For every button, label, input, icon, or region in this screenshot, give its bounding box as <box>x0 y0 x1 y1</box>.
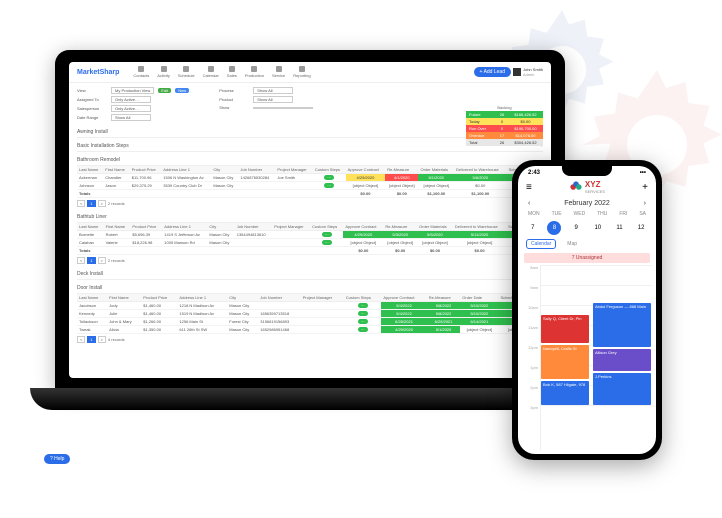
section-bathtub[interactable]: Bathtub Liner <box>77 212 543 223</box>
user-menu[interactable]: John SmithAdmin <box>513 67 543 77</box>
unassigned-banner[interactable]: 7 Unassigned <box>524 253 650 263</box>
month-picker[interactable]: ‹ February 2022 › <box>518 198 656 209</box>
calendar-event[interactable]: Allison Grey <box>593 349 651 371</box>
bathroom-table: Last NameFirst NameProduct PriceAddress … <box>77 166 543 198</box>
date-8[interactable]: 8 <box>547 221 561 235</box>
door-table: Last NameFirst NameProduct PriceAddress … <box>77 294 543 334</box>
table-row[interactable]: BurnetteRobert$5,696.391419 S Jefferson … <box>77 231 543 239</box>
backlog-row: Total26$304,426.52 <box>466 139 543 146</box>
table-row[interactable]: JohnsonJason$29,375.293539 Country Club … <box>77 182 543 190</box>
nav-production[interactable]: Production <box>241 66 268 78</box>
assigned-select[interactable]: Only Active… <box>111 96 151 103</box>
date-9[interactable]: 9 <box>569 221 583 235</box>
chevron-left-icon[interactable]: ‹ <box>528 200 530 207</box>
edit-view-button[interactable]: Edit <box>158 88 171 93</box>
product-select[interactable]: Show All <box>253 96 293 103</box>
backlog-row: Future26$166,426.52 <box>466 111 543 118</box>
desktop-app: MarketSharp ContactsActivityScheduleCale… <box>69 62 551 378</box>
calendar-event[interactable]: Bob K, 587 Hiigate, 978 <box>541 381 589 405</box>
nav-contacts[interactable]: Contacts <box>129 66 153 78</box>
calendar-event[interactable]: Abdul Ferguson — 868 Main <box>593 303 651 347</box>
phone-logo: XYZSERVICES <box>569 180 605 194</box>
calendar-event[interactable]: Sally Q, Client Dr, Pin <box>541 315 589 343</box>
new-view-button[interactable]: New <box>175 88 189 93</box>
calendar-grid[interactable]: Sally Q, Client Dr, PinNancy#8, Crafts S… <box>540 265 652 450</box>
table-row[interactable]: KennedyJulie$1,460.001519 N Madison AvMa… <box>77 310 543 318</box>
product-label: Product <box>219 97 249 102</box>
app-header: MarketSharp ContactsActivityScheduleCale… <box>69 62 551 83</box>
table-row[interactable]: JacobsonJody$1,460.001218 N Madison AvMa… <box>77 302 543 310</box>
nav-activity[interactable]: Activity <box>153 66 174 78</box>
filter-bar: View My Production View Edit New Assigne… <box>69 83 551 125</box>
brand-logo: MarketSharp <box>77 69 119 76</box>
daterange-select[interactable]: Show All <box>111 114 151 121</box>
avatar <box>513 68 521 76</box>
tab-calendar[interactable]: Calendar <box>526 239 556 249</box>
chevron-right-icon[interactable]: › <box>644 200 646 207</box>
nav-calendar[interactable]: Calendar <box>199 66 223 78</box>
process-label: Process <box>219 88 249 93</box>
section-deck[interactable]: Deck Install+ <box>77 269 543 280</box>
backlog-row: Run Over0$190,700.00 <box>466 125 543 132</box>
calendar-event[interactable]: J.Perkins <box>593 373 651 405</box>
section-door[interactable]: Door Install <box>77 283 543 294</box>
backlog-title: Backlog <box>466 105 543 110</box>
nav-reporting[interactable]: Reporting <box>289 66 314 78</box>
nav-sales[interactable]: Sales <box>223 66 241 78</box>
nav-schedule[interactable]: Schedule <box>174 66 199 78</box>
show-label: Show <box>219 105 249 110</box>
laptop-mockup: MarketSharp ContactsActivityScheduleCale… <box>30 50 590 470</box>
view-select[interactable]: My Production View <box>111 87 154 94</box>
date-10[interactable]: 10 <box>591 221 605 235</box>
date-11[interactable]: 11 <box>612 221 626 235</box>
add-lead-button[interactable]: + Add Lead <box>474 67 511 77</box>
date-12[interactable]: 12 <box>634 221 648 235</box>
backlog-widget: Backlog Future26$166,426.52Today0$0.00Ru… <box>466 105 543 146</box>
pager-page[interactable]: 1 <box>87 200 95 207</box>
pager: < 1 > 2 records <box>77 198 543 209</box>
date-7[interactable]: 7 <box>526 221 540 235</box>
salesperson-select[interactable]: Only Active… <box>111 105 151 112</box>
table-row[interactable]: TweakAlicia$1,350.00611 26th St SWMason … <box>77 326 543 334</box>
table-row[interactable]: AckermanChandler$11,700.961506 N Washing… <box>77 174 543 182</box>
bathtub-table: Last NameFirst NameProduct PriceAddress … <box>77 223 543 255</box>
tab-map[interactable]: Map <box>562 239 582 249</box>
menu-icon[interactable]: ≡ <box>526 182 532 193</box>
pager-prev[interactable]: < <box>77 200 85 207</box>
table-row[interactable]: CalahanValerie$18,226.981005 Manson RdMa… <box>77 239 543 247</box>
daterange-label: Date Range <box>77 115 107 120</box>
pager-next[interactable]: > <box>98 200 106 207</box>
process-select[interactable]: Show All <box>253 87 293 94</box>
show-select[interactable] <box>253 107 313 109</box>
pager-count: 2 records <box>108 201 125 206</box>
phone-mockup: 2:43••• ≡ XYZSERVICES + ‹ February 2022 … <box>512 160 662 460</box>
table-row[interactable]: TollacksonJohn & Mary$1,266.001256 Main … <box>77 318 543 326</box>
section-bathroom[interactable]: Bathroom Remodel <box>77 155 543 166</box>
plus-icon[interactable]: + <box>642 182 648 193</box>
calendar-event[interactable]: Nancy#8, Crafts St <box>541 345 589 379</box>
backlog-row: Today0$0.00 <box>466 118 543 125</box>
backlog-row: Overdue17$14,076.00 <box>466 132 543 139</box>
assigned-label: Assigned To <box>77 97 107 102</box>
salesperson-label: Salesperson <box>77 106 107 111</box>
nav-service[interactable]: Service <box>268 66 289 78</box>
view-label: View <box>77 88 107 93</box>
